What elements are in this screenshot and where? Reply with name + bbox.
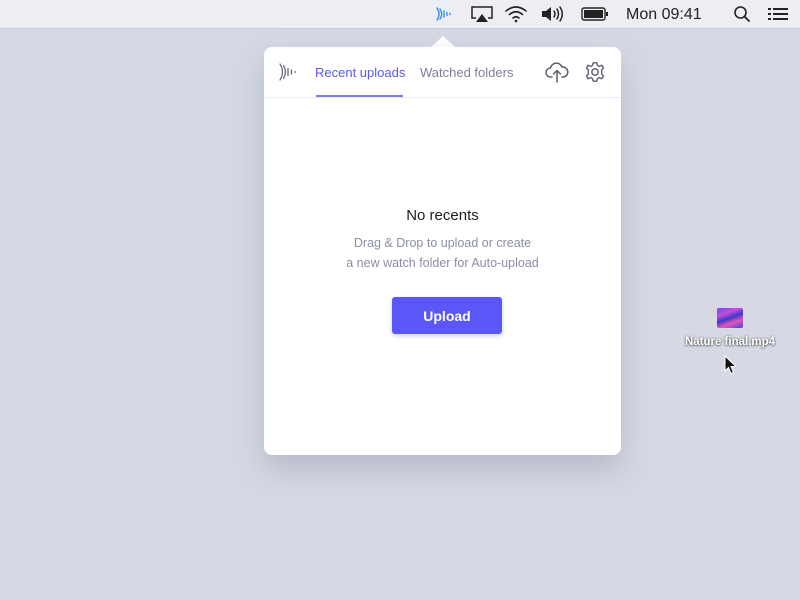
volume-icon[interactable] bbox=[539, 0, 569, 28]
menu-bar-clock[interactable]: Mon 09:41 bbox=[626, 0, 702, 28]
mouse-cursor-icon bbox=[724, 354, 738, 379]
upload-button[interactable]: Upload bbox=[392, 297, 502, 334]
desktop-file-name[interactable]: Nature final.mp4 bbox=[672, 336, 788, 348]
battery-icon[interactable] bbox=[580, 0, 610, 28]
empty-state-line-1: Drag & Drop to upload or create bbox=[353, 236, 532, 250]
airplay-icon[interactable] bbox=[469, 0, 495, 28]
active-tab-indicator bbox=[316, 95, 403, 97]
upload-popover: Recent uploads Watched folders No recent… bbox=[264, 47, 621, 455]
tab-watched-folders[interactable]: Watched folders bbox=[420, 65, 513, 80]
empty-state-line-2: a new watch folder for Auto-upload bbox=[346, 256, 539, 270]
empty-state-title: No recents bbox=[406, 207, 479, 224]
video-thumbnail[interactable] bbox=[717, 308, 743, 328]
cloud-upload-icon[interactable] bbox=[545, 61, 569, 87]
empty-state-description: Drag & Drop to upload or create a new wa… bbox=[264, 233, 621, 273]
notification-center-icon[interactable] bbox=[766, 0, 790, 28]
app-waveform-icon[interactable] bbox=[434, 0, 456, 28]
desktop-file[interactable]: Nature final.mp4 bbox=[672, 308, 788, 348]
app-logo-icon bbox=[278, 62, 300, 86]
tab-recent-uploads[interactable]: Recent uploads bbox=[315, 65, 405, 80]
popover-header: Recent uploads Watched folders bbox=[264, 47, 621, 98]
gear-icon[interactable] bbox=[584, 61, 606, 87]
wifi-icon[interactable] bbox=[503, 0, 529, 28]
spotlight-search-icon[interactable] bbox=[731, 0, 753, 28]
menu-bar: Mon 09:41 bbox=[0, 0, 800, 29]
